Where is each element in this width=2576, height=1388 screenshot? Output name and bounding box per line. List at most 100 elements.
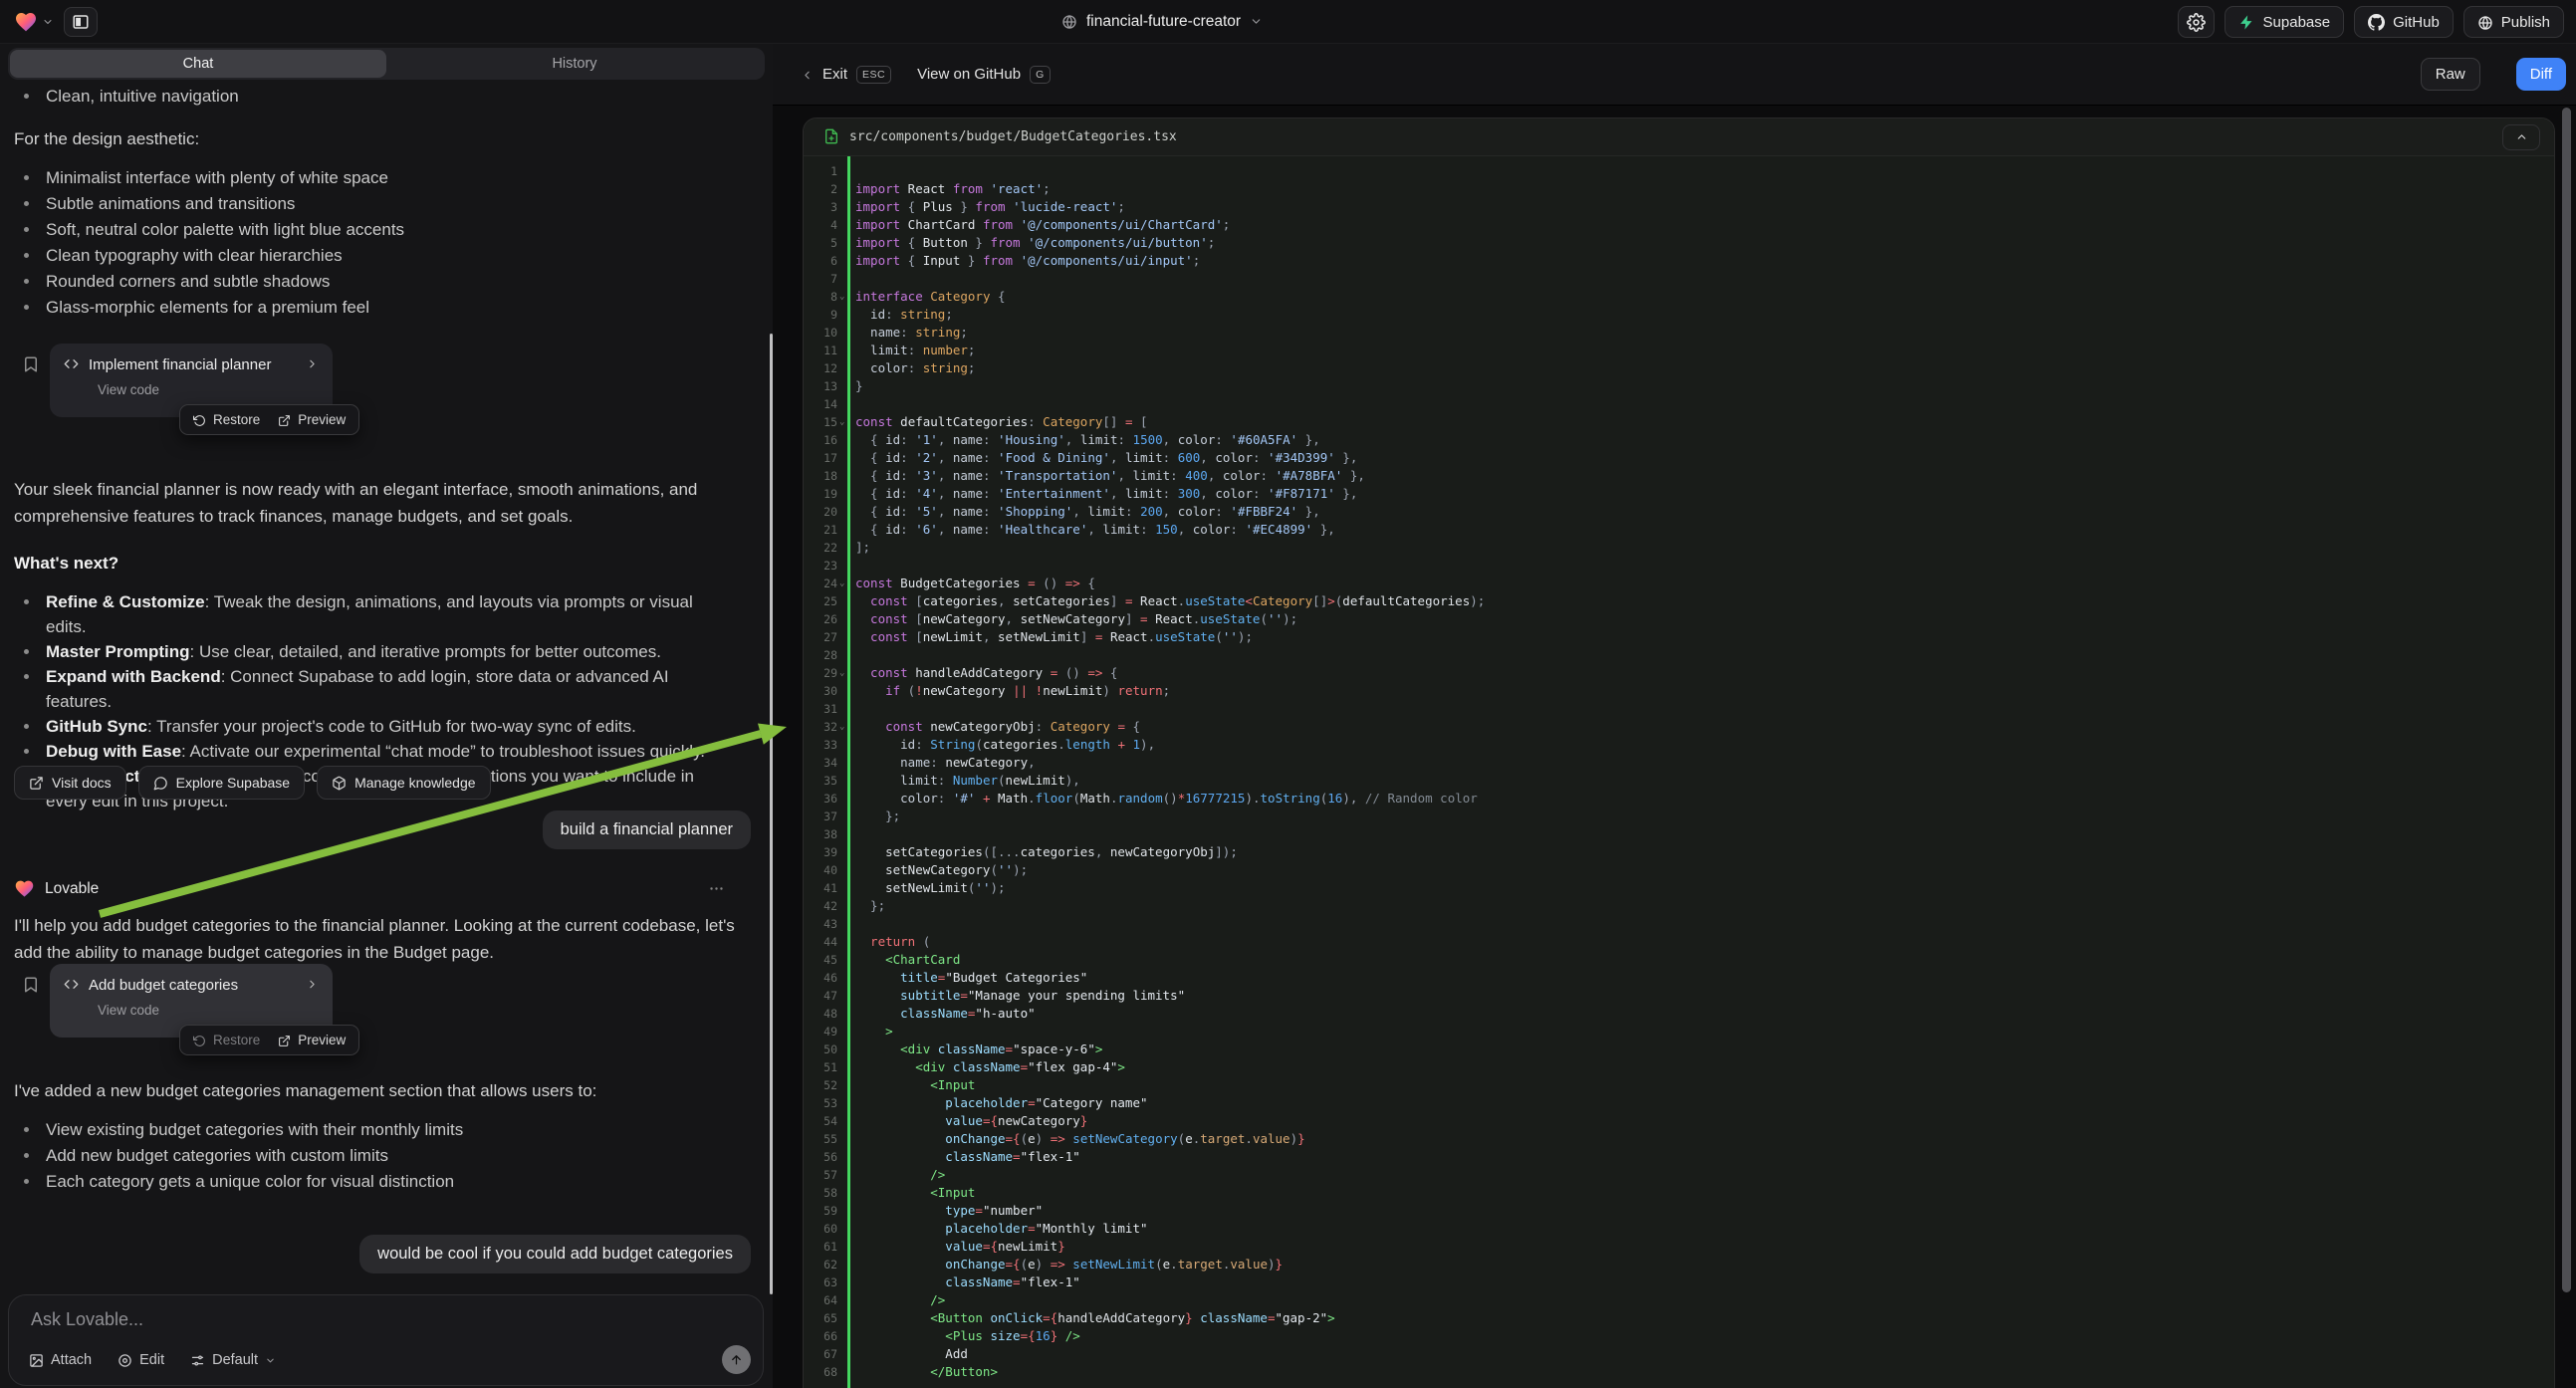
- publish-label: Publish: [2501, 14, 2550, 31]
- package-icon: [332, 775, 347, 792]
- line-number: 60: [804, 1220, 837, 1238]
- fold-toggle-icon[interactable]: ⌄: [839, 718, 844, 736]
- line-number: 17: [804, 449, 837, 467]
- code-text: const newCategoryObj: Category = {: [855, 718, 1140, 736]
- line-number: 33: [804, 736, 837, 754]
- list-item: Subtle animations and transitions: [14, 191, 753, 217]
- line-number: 34: [804, 754, 837, 772]
- line-number: 35: [804, 772, 837, 790]
- publish-button[interactable]: Publish: [2463, 6, 2564, 38]
- explore-supabase-button[interactable]: Explore Supabase: [138, 766, 305, 800]
- line-number: 40: [804, 861, 837, 879]
- code-text: limit: number;: [855, 342, 975, 359]
- line-number: 38: [804, 825, 837, 843]
- settings-button[interactable]: [2178, 6, 2215, 38]
- code-line: 42 };: [804, 897, 2554, 915]
- code-line: 40 setNewCategory('');: [804, 861, 2554, 879]
- code-line: 57 />: [804, 1166, 2554, 1184]
- message-menu-button[interactable]: [708, 880, 725, 898]
- attach-button[interactable]: Attach: [29, 1352, 92, 1368]
- github-button[interactable]: GitHub: [2354, 6, 2454, 38]
- code-line: 38: [804, 825, 2554, 843]
- sidebar-toggle-button[interactable]: [64, 7, 98, 37]
- code-line: 18 { id: '3', name: 'Transportation', li…: [804, 467, 2554, 485]
- model-selector[interactable]: Default: [190, 1352, 276, 1368]
- window-topbar: financial-future-creator Supabase GitHub…: [0, 0, 2576, 44]
- code-line: 47 subtitle="Manage your spending limits…: [804, 987, 2554, 1005]
- chat-message-list: Clean, intuitive navigationFor the desig…: [0, 44, 773, 1388]
- code-text: import { Plus } from 'lucide-react';: [855, 198, 1125, 216]
- preview-button[interactable]: Preview: [278, 412, 346, 427]
- code-text: <ChartCard: [855, 951, 960, 969]
- file-path-bar[interactable]: src/components/budget/BudgetCategories.t…: [804, 118, 2554, 156]
- fold-toggle-icon[interactable]: ⌄: [839, 413, 844, 431]
- code-text: className="flex-1": [855, 1148, 1080, 1166]
- manage-knowledge-button[interactable]: Manage knowledge: [317, 766, 490, 800]
- diff-view-button[interactable]: Diff: [2516, 58, 2566, 91]
- line-number: 32: [804, 718, 837, 736]
- chat-composer: Attach Edit Default: [8, 1294, 764, 1386]
- view-code-link[interactable]: View code: [98, 382, 319, 397]
- exit-button[interactable]: Exit ESC: [801, 66, 891, 84]
- code-scrollbar-thumb[interactable]: [2562, 108, 2571, 1292]
- code-line: 44 return (: [804, 933, 2554, 951]
- line-number: 54: [804, 1112, 837, 1130]
- line-number: 30: [804, 682, 837, 700]
- supabase-label: Supabase: [2263, 14, 2331, 31]
- line-number: 24: [804, 575, 837, 592]
- line-number: 48: [804, 1005, 837, 1023]
- project-name: financial-future-creator: [1086, 13, 1241, 31]
- code-line: 22];: [804, 539, 2554, 557]
- bookmark-icon[interactable]: [22, 976, 40, 994]
- bookmark-icon[interactable]: [22, 355, 40, 373]
- bullet-list: View existing budget categories with the…: [14, 1117, 753, 1195]
- code-text: };: [855, 808, 900, 825]
- chat-input[interactable]: [31, 1309, 628, 1330]
- chevron-right-icon: [306, 976, 319, 994]
- project-switcher[interactable]: financial-future-creator: [1061, 0, 1263, 44]
- bullet-list: Minimalist interface with plenty of whit…: [14, 165, 753, 321]
- list-item: GitHub Sync: Transfer your project's cod…: [14, 714, 717, 739]
- collapse-file-button[interactable]: [2502, 124, 2540, 150]
- code-text: const defaultCategories: Category[] = [: [855, 413, 1148, 431]
- restore-button[interactable]: Restore: [193, 1033, 260, 1047]
- view-on-github-button[interactable]: View on GitHub G: [917, 66, 1051, 84]
- code-text: id: String(categories.length + 1),: [855, 736, 1155, 754]
- view-code-link[interactable]: View code: [98, 1003, 319, 1018]
- visit-docs-button[interactable]: Visit docs: [14, 766, 126, 800]
- code-text: />: [855, 1291, 945, 1309]
- restore-button[interactable]: Restore: [193, 412, 260, 427]
- send-button[interactable]: [722, 1345, 751, 1374]
- line-number: 41: [804, 879, 837, 897]
- code-line: 1: [804, 162, 2554, 180]
- external-link-icon: [278, 412, 291, 427]
- list-item: Glass-morphic elements for a premium fee…: [14, 295, 753, 321]
- lovable-logo-menu[interactable]: [14, 10, 54, 34]
- code-text: setCategories([...categories, newCategor…: [855, 843, 1238, 861]
- github-label: GitHub: [2393, 14, 2440, 31]
- raw-view-button[interactable]: Raw: [2421, 58, 2480, 91]
- fold-toggle-icon[interactable]: ⌄: [839, 664, 844, 682]
- line-number: 62: [804, 1256, 837, 1273]
- assistant-name: Lovable: [45, 880, 99, 898]
- line-number: 49: [804, 1023, 837, 1041]
- preview-button[interactable]: Preview: [278, 1033, 346, 1047]
- edit-label: Edit: [139, 1352, 164, 1368]
- list-item: Each category gets a unique color for vi…: [14, 1169, 753, 1195]
- line-number: 3: [804, 198, 837, 216]
- supabase-button[interactable]: Supabase: [2225, 6, 2345, 38]
- code-view-panel: Exit ESC View on GitHub G Raw Diff src/c…: [773, 44, 2576, 1388]
- fold-toggle-icon[interactable]: ⌄: [839, 288, 844, 306]
- fold-toggle-icon[interactable]: ⌄: [839, 575, 844, 592]
- code-line: 33 id: String(categories.length + 1),: [804, 736, 2554, 754]
- code-line: 9 id: string;: [804, 306, 2554, 324]
- line-number: 63: [804, 1273, 837, 1291]
- code-line: 23: [804, 557, 2554, 575]
- line-number: 39: [804, 843, 837, 861]
- list-item: Expand with Backend: Connect Supabase to…: [14, 664, 717, 714]
- version-title: Implement financial planner: [89, 356, 296, 373]
- code-editor-lines[interactable]: 12import React from 'react';3import { Pl…: [804, 156, 2554, 1388]
- edit-mode-button[interactable]: Edit: [117, 1352, 164, 1368]
- version-card-block: Implement financial plannerView codeRest…: [14, 344, 753, 417]
- code-scrollbar[interactable]: [2562, 108, 2571, 1388]
